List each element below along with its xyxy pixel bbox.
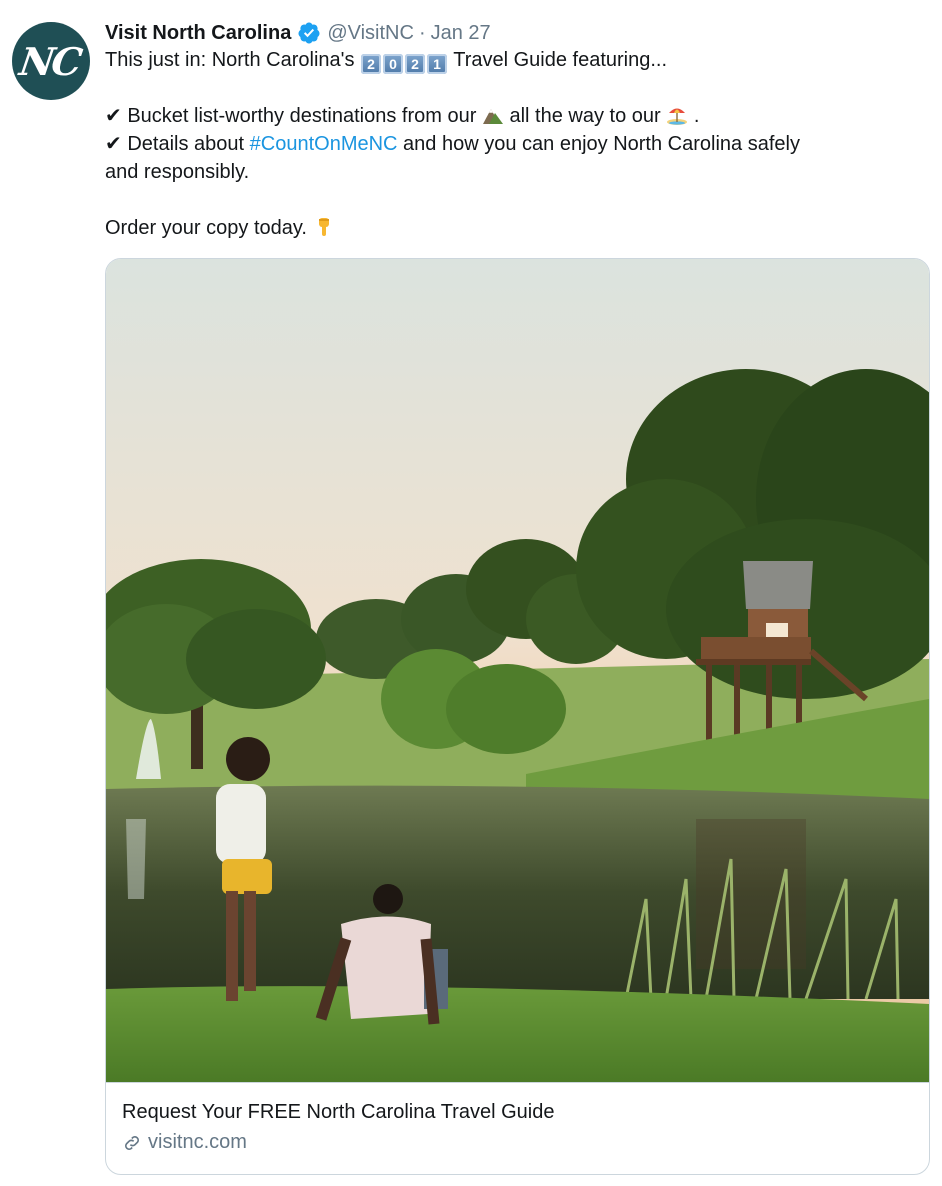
line2-end: . (693, 105, 700, 127)
card-domain-row: visitnc.com (122, 1131, 929, 1154)
tweet-line-2: ✔ Bucket list-worthy destinations from o… (105, 102, 915, 130)
card-image[interactable] (106, 259, 929, 1082)
keycap-digit: 2 (405, 54, 426, 74)
keycap-digit: 0 (383, 54, 404, 74)
author-handle[interactable]: @VisitNC (327, 22, 414, 45)
tweet-text: This just in: North Carolina's 2021 Trav… (105, 46, 915, 242)
keycap-digit: 1 (427, 54, 448, 74)
link-icon (125, 1135, 139, 1150)
pointing-down-icon (318, 218, 329, 236)
tweet-line-3: ✔ Details about #CountOnMeNC and how you… (105, 130, 915, 158)
avatar-initials: NC (16, 38, 82, 84)
beach-umbrella-icon (667, 108, 688, 125)
keycap-digit: 2 (361, 54, 382, 74)
tweet[interactable]: NC Visit North Carolina @VisitNC · Jan 2… (0, 0, 942, 1186)
check-mark: ✔ (105, 133, 122, 155)
card-domain: visitnc.com (148, 1131, 247, 1153)
check-mark: ✔ (105, 105, 122, 127)
tweet-line-4: and responsibly. (105, 161, 250, 183)
tweet-header: Visit North Carolina @VisitNC · Jan 27 (105, 18, 491, 48)
line2-prefix: Bucket list-worthy destinations from our (127, 105, 477, 127)
hashtag-link[interactable]: #CountOnMeNC (250, 133, 398, 155)
card-footer[interactable]: Request Your FREE North Carolina Travel … (106, 1082, 929, 1174)
mountain-icon (482, 109, 503, 124)
tweet-date[interactable]: Jan 27 (431, 22, 491, 45)
card-title: Request Your FREE North Carolina Travel … (122, 1101, 555, 1123)
author-name[interactable]: Visit North Carolina (105, 22, 291, 45)
line5-text: Order your copy today. (105, 217, 307, 239)
tweet-line-5: Order your copy today. (105, 214, 915, 242)
line2-mid: all the way to our (509, 105, 661, 127)
line1-prefix: This just in: North Carolina's (105, 49, 355, 71)
line3-prefix: Details about (127, 133, 245, 155)
line3-suffix: and how you can enjoy North Carolina saf… (403, 133, 800, 155)
avatar[interactable]: NC (12, 22, 90, 100)
verified-badge-icon (297, 21, 321, 45)
line1-suffix: Travel Guide featuring... (453, 49, 668, 71)
tweet-line-1: This just in: North Carolina's 2021 Trav… (105, 46, 915, 74)
link-card[interactable]: Request Your FREE North Carolina Travel … (105, 258, 930, 1175)
header-separator: · (418, 21, 426, 44)
